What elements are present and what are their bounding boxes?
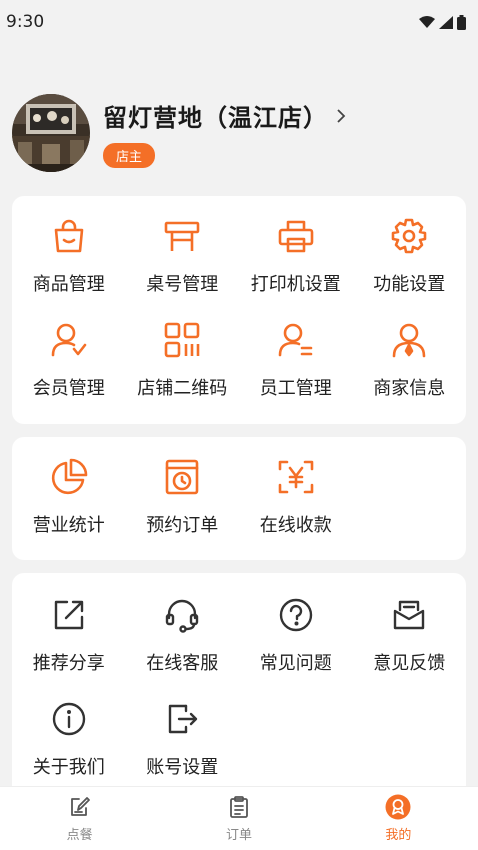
cell-label: 在线收款 [259, 515, 332, 536]
cell-label: 意见反馈 [373, 653, 446, 674]
printer-icon [276, 216, 316, 256]
online-payment-button[interactable]: 在线收款 [239, 437, 353, 560]
cell-label: 在线客服 [146, 653, 219, 674]
cell-label: 推荐分享 [32, 653, 105, 674]
printer-settings-button[interactable]: 打印机设置 [239, 196, 353, 300]
cell-label: 商家信息 [373, 378, 446, 399]
account-settings-button[interactable]: 账号设置 [126, 677, 240, 781]
staff-management-button[interactable]: 员工管理 [239, 300, 353, 404]
status-bar: 9:30 [0, 0, 478, 44]
management-card: 商品管理 桌号管理 打印机设置 功能设置 会员管理 店铺二维码 员工管理 商家信… [12, 196, 466, 424]
cell-label: 员工管理 [259, 378, 332, 399]
cell-label: 店铺二维码 [137, 378, 228, 399]
cell-label: 常见问题 [259, 653, 332, 674]
business-stats-button[interactable]: 营业统计 [12, 437, 126, 560]
share-icon [49, 595, 89, 635]
cell-label: 营业统计 [32, 515, 105, 536]
cell-label: 桌号管理 [146, 274, 219, 295]
product-management-button[interactable]: 商品管理 [12, 196, 126, 300]
about-us-button[interactable]: 关于我们 [12, 677, 126, 781]
bottom-tab-bar: 点餐 订单 我的 [0, 786, 478, 850]
cell-label: 功能设置 [373, 274, 446, 295]
tab-orders[interactable]: 订单 [159, 787, 318, 850]
member-management-button[interactable]: 会员管理 [12, 300, 126, 404]
tab-label: 我的 [385, 828, 412, 843]
reservation-icon [162, 457, 202, 497]
function-settings-button[interactable]: 功能设置 [353, 196, 467, 300]
member-icon [49, 320, 89, 360]
battery-icon [457, 14, 466, 30]
question-icon [276, 595, 316, 635]
cell-label: 关于我们 [32, 757, 105, 778]
signal-icon [439, 15, 453, 29]
tab-order-food[interactable]: 点餐 [0, 787, 159, 850]
status-icons [419, 14, 466, 30]
status-time: 9:30 [6, 12, 45, 32]
merchant-info-button[interactable]: 商家信息 [353, 300, 467, 404]
qr-code-icon [162, 320, 202, 360]
feedback-icon [389, 595, 429, 635]
cell-label: 预约订单 [146, 515, 219, 536]
reservation-orders-button[interactable]: 预约订单 [126, 437, 240, 560]
shopping-bag-icon [49, 216, 89, 256]
table-management-button[interactable]: 桌号管理 [126, 196, 240, 300]
share-button[interactable]: 推荐分享 [12, 573, 126, 677]
customer-service-button[interactable]: 在线客服 [126, 573, 240, 677]
store-qrcode-button[interactable]: 店铺二维码 [126, 300, 240, 404]
faq-button[interactable]: 常见问题 [239, 573, 353, 677]
store-name: 留灯营地（温江店） [103, 104, 328, 132]
profile-header[interactable]: 留灯营地（温江店） 店主 [12, 92, 466, 174]
cell-label: 打印机设置 [250, 274, 341, 295]
avatar[interactable] [12, 94, 90, 172]
tab-mine[interactable]: 我的 [319, 787, 478, 850]
info-icon [49, 699, 89, 739]
chevron-right-icon[interactable] [336, 108, 346, 124]
order-food-icon [67, 794, 93, 820]
clipboard-icon [226, 794, 252, 820]
headset-icon [162, 595, 202, 635]
merchant-icon [389, 320, 429, 360]
pie-chart-icon [49, 457, 89, 497]
cell-label: 商品管理 [32, 274, 105, 295]
logout-icon [162, 699, 202, 739]
role-badge: 店主 [103, 143, 156, 168]
cell-label: 会员管理 [32, 378, 105, 399]
profile-badge-icon [385, 794, 411, 820]
tab-label: 订单 [225, 828, 252, 843]
wifi-icon [419, 15, 435, 28]
staff-icon [276, 320, 316, 360]
business-card: 营业统计 预约订单 在线收款 [12, 437, 466, 560]
table-icon [162, 216, 202, 256]
feedback-button[interactable]: 意见反馈 [353, 573, 467, 677]
cell-label: 账号设置 [146, 757, 219, 778]
yuan-scan-icon [276, 457, 316, 497]
tab-label: 点餐 [66, 828, 93, 843]
gear-icon [389, 216, 429, 256]
support-card: 推荐分享 在线客服 常见问题 意见反馈 关于我们 账号设置 [12, 573, 466, 813]
